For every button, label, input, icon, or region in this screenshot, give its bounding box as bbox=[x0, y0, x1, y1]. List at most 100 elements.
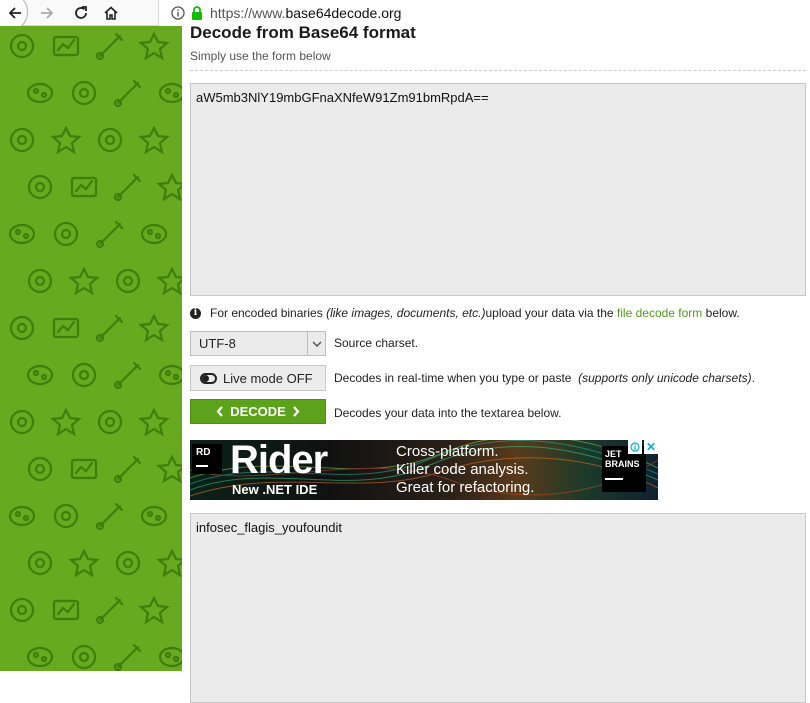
site-info-icon[interactable] bbox=[171, 6, 185, 20]
live-mode-label: Live mode OFF bbox=[223, 371, 313, 386]
doodle-icon bbox=[10, 507, 34, 525]
doodle-icon bbox=[141, 598, 167, 622]
doodle-icon bbox=[115, 81, 140, 106]
doodle-icon bbox=[73, 82, 95, 104]
doodle-icon bbox=[55, 505, 77, 527]
doodle-icon bbox=[160, 84, 182, 102]
doodle-icon bbox=[115, 363, 140, 388]
doodle-icon bbox=[97, 316, 122, 341]
doodle-icon bbox=[72, 178, 96, 196]
doodle-icon bbox=[29, 458, 51, 480]
back-arrow-icon bbox=[7, 5, 23, 21]
doodle-icon bbox=[10, 225, 34, 243]
doodle-icon bbox=[117, 552, 139, 574]
doodle-icon bbox=[71, 269, 97, 293]
chevron-left-icon bbox=[216, 406, 224, 417]
charset-select[interactable]: UTF-8 bbox=[190, 331, 326, 356]
page-subtitle: Simply use the form below bbox=[190, 49, 331, 63]
charset-selected-value: UTF-8 bbox=[191, 336, 307, 351]
doodle-icon bbox=[54, 601, 78, 619]
ad-close-icon[interactable]: ✕ bbox=[644, 440, 658, 454]
note-text-end: below. bbox=[706, 306, 740, 320]
doodle-icon bbox=[97, 34, 122, 59]
doodle-icon bbox=[29, 270, 51, 292]
doodle-icon bbox=[99, 129, 121, 151]
home-icon bbox=[103, 5, 119, 21]
main-content: Decode from Base64 format Simply use the… bbox=[182, 26, 810, 671]
doodle-icon bbox=[160, 366, 182, 384]
binary-upload-note: i For encoded binaries (like images, doc… bbox=[190, 306, 740, 320]
live-mode-toggle-button[interactable]: Live mode OFF bbox=[190, 365, 326, 391]
reload-icon bbox=[73, 5, 89, 21]
home-button[interactable] bbox=[98, 0, 124, 26]
info-icon: i bbox=[190, 308, 201, 319]
doodle-icon bbox=[159, 269, 182, 293]
doodle-icon bbox=[99, 411, 121, 433]
back-button[interactable] bbox=[0, 0, 30, 26]
doodle-icon bbox=[159, 175, 182, 199]
ad-tagline: Cross-platform. Killer code analysis. Gr… bbox=[396, 443, 534, 497]
doodle-icon bbox=[11, 35, 33, 57]
doodle-icon bbox=[53, 410, 79, 434]
doodle-icon bbox=[159, 551, 182, 575]
rider-ad-banner[interactable]: RD Rider New .NET IDE Cross-platform. Ki… bbox=[190, 440, 658, 500]
doodle-icon bbox=[11, 129, 33, 151]
lock-icon bbox=[191, 6, 203, 20]
forward-arrow-icon bbox=[39, 5, 55, 21]
note-italic-text: (like images, documents, etc.) bbox=[326, 306, 485, 320]
toggle-icon bbox=[200, 373, 217, 384]
ad-product-name: Rider bbox=[230, 440, 327, 483]
doodle-icon bbox=[141, 34, 167, 58]
doodle-icon bbox=[97, 222, 122, 247]
doodle-icon bbox=[55, 223, 77, 245]
divider bbox=[190, 70, 806, 71]
page-title: Decode from Base64 format bbox=[190, 23, 416, 43]
decorative-doodle-sidebar bbox=[0, 26, 182, 671]
doodle-icon bbox=[97, 598, 122, 623]
ad-choices-icon[interactable] bbox=[628, 440, 642, 454]
doodle-icon bbox=[29, 552, 51, 574]
doodle-icon bbox=[28, 366, 52, 384]
doodle-icon bbox=[28, 648, 52, 666]
doodle-icon bbox=[72, 460, 96, 478]
file-decode-form-link[interactable]: file decode form bbox=[617, 306, 702, 320]
doodle-icon bbox=[159, 457, 182, 481]
doodle-icon bbox=[141, 410, 167, 434]
doodle-icon bbox=[117, 270, 139, 292]
doodle-icon bbox=[115, 645, 140, 670]
doodle-icon bbox=[11, 599, 33, 621]
dropdown-arrow-icon bbox=[307, 332, 325, 355]
rd-logo: RD bbox=[192, 444, 222, 474]
decode-button[interactable]: DECODE bbox=[190, 399, 326, 424]
doodle-icon bbox=[115, 457, 140, 482]
doodle-icon bbox=[11, 317, 33, 339]
chevron-right-icon bbox=[292, 406, 300, 417]
decode-button-label: DECODE bbox=[230, 404, 286, 419]
ad-product-subtitle: New .NET IDE bbox=[232, 482, 317, 497]
doodle-icon bbox=[97, 504, 122, 529]
decode-description: Decodes your data into the textarea belo… bbox=[334, 406, 561, 420]
charset-label: Source charset. bbox=[334, 336, 418, 350]
doodle-icon bbox=[115, 175, 140, 200]
doodle-icon bbox=[28, 84, 52, 102]
doodle-icon bbox=[11, 411, 33, 433]
doodle-icon bbox=[142, 225, 166, 243]
reload-button[interactable] bbox=[68, 0, 94, 26]
doodle-icon bbox=[142, 507, 166, 525]
doodle-icon bbox=[29, 176, 51, 198]
doodle-icon bbox=[71, 551, 97, 575]
doodle-icon bbox=[73, 364, 95, 386]
doodle-icon bbox=[141, 128, 167, 152]
doodle-icon bbox=[141, 316, 167, 340]
decoded-output-textarea[interactable]: infosec_flagis_youfoundit bbox=[190, 513, 806, 703]
doodle-icon bbox=[54, 37, 78, 55]
live-mode-description: Decodes in real-time when you type or pa… bbox=[334, 371, 755, 385]
url-text: https://www.base64decode.org bbox=[210, 5, 401, 21]
note-text: For encoded binaries bbox=[210, 306, 323, 320]
forward-button[interactable] bbox=[34, 0, 60, 26]
doodle-icon bbox=[53, 128, 79, 152]
base64-input-textarea[interactable]: aW5mb3NlY19mbGFnaXNfeW91Zm91bmRpdA== bbox=[190, 83, 806, 296]
doodle-icon bbox=[73, 646, 95, 668]
doodle-icon bbox=[54, 319, 78, 337]
note-text-middle: upload your data via the bbox=[485, 306, 613, 320]
